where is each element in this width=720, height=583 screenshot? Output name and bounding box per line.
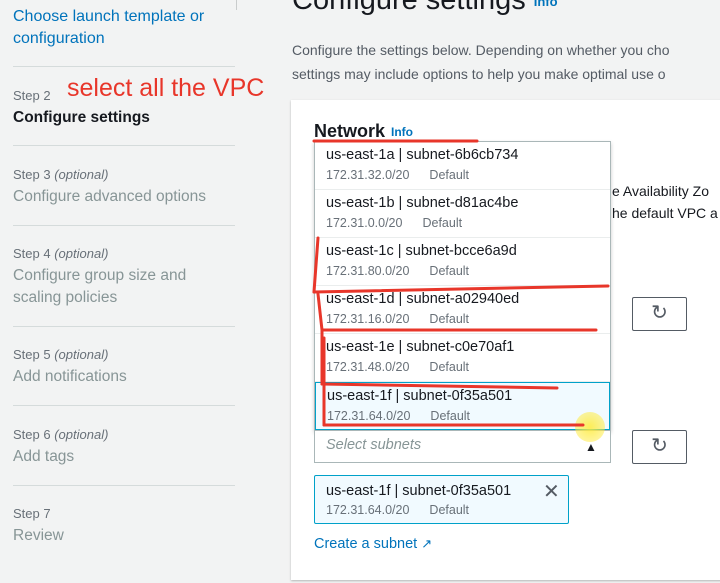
sidebar-divider — [13, 405, 235, 406]
step-6-label: Step 6 (optional) — [13, 427, 109, 442]
caret-up-icon: ▲ — [585, 440, 597, 454]
availability-zone-text: e Availability Zo — [612, 183, 710, 199]
info-link[interactable]: Info — [534, 0, 558, 9]
sidebar-divider — [13, 225, 235, 226]
selected-subnet-token: us-east-1f | subnet-0f35a501 172.31.64.0… — [314, 475, 569, 524]
subnet-dropdown-list: us-east-1a | subnet-6b6cb734 172.31.32.0… — [314, 141, 611, 431]
subnet-option-us-east-1f[interactable]: us-east-1f | subnet-0f35a501 172.31.64.0… — [315, 382, 610, 430]
step-5-title[interactable]: Add notifications — [13, 366, 127, 388]
create-subnet-link[interactable]: Create a subnet ↗ — [314, 536, 432, 552]
page-description: Configure the settings below. Depending … — [292, 42, 670, 82]
refresh-icon: ↻ — [651, 302, 668, 324]
subnet-option-us-east-1c[interactable]: us-east-1c | subnet-bcce6a9d 172.31.80.0… — [315, 238, 610, 286]
divider — [236, 0, 237, 10]
mouse-cursor-highlight — [575, 412, 605, 442]
subnets-placeholder: Select subnets — [326, 437, 422, 453]
network-section-title: Network Info — [314, 121, 414, 141]
subnet-option-us-east-1b[interactable]: us-east-1b | subnet-d81ac4be 172.31.0.0/… — [315, 190, 610, 238]
subnet-option-us-east-1d[interactable]: us-east-1d | subnet-a02940ed 172.31.16.0… — [315, 286, 610, 334]
step-3-title[interactable]: Configure advanced options — [13, 186, 206, 208]
step-5-label: Step 5 (optional) — [13, 347, 109, 362]
default-vpc-text: he default VPC a — [612, 205, 718, 221]
refresh-vpc-button[interactable]: ↻ — [632, 297, 687, 331]
step-2-title[interactable]: Configure settings — [13, 107, 150, 129]
sidebar-divider — [13, 145, 235, 146]
subnets-select[interactable]: Select subnets ▲ — [314, 431, 611, 463]
step-3-label: Step 3 (optional) — [13, 167, 109, 182]
external-link-icon: ↗ — [421, 536, 433, 551]
sidebar-divider — [13, 66, 235, 67]
step-7-title[interactable]: Review — [13, 525, 64, 547]
step-4-label: Step 4 (optional) — [13, 246, 109, 261]
step-6-title[interactable]: Add tags — [13, 446, 74, 468]
sidebar-divider — [13, 326, 235, 327]
subnet-option-us-east-1a[interactable]: us-east-1a | subnet-6b6cb734 172.31.32.0… — [315, 142, 610, 190]
sidebar-divider — [13, 485, 235, 486]
close-icon[interactable]: ✕ — [543, 479, 560, 504]
refresh-subnets-button[interactable]: ↻ — [632, 430, 687, 464]
refresh-icon: ↻ — [651, 435, 668, 457]
step-2-label: Step 2 — [13, 88, 51, 103]
subnet-option-us-east-1e[interactable]: us-east-1e | subnet-c0e70af1 172.31.48.0… — [315, 334, 610, 382]
step-4-title[interactable]: Configure group size and scaling policie… — [13, 265, 213, 309]
sidebar-step-choose-template[interactable]: Choose launch template or configuration — [13, 6, 228, 50]
network-info-link[interactable]: Info — [391, 125, 413, 139]
annotation-text: select all the VPC — [67, 74, 265, 102]
page-title: Configure settings Info — [292, 0, 558, 17]
step-7-label: Step 7 — [13, 506, 51, 521]
